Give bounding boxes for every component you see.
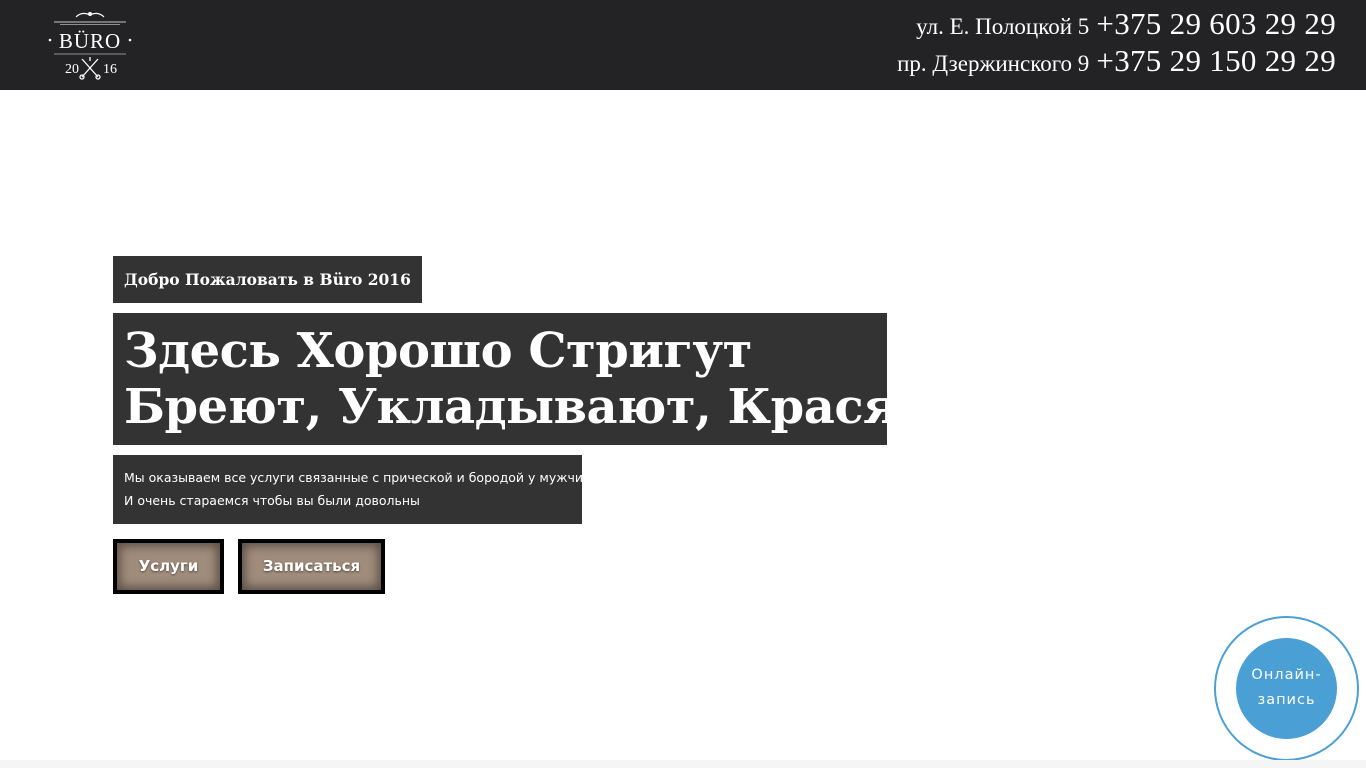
- address-dzerzhinskogo: пр. Дзержинского 9: [897, 51, 1090, 76]
- book-button[interactable]: Записаться: [238, 539, 385, 594]
- welcome-label: Добро Пожаловать в Büro 2016: [113, 256, 422, 303]
- page-bottom-strip: [0, 760, 1366, 768]
- site-header: BÜRO 20 16 ул. Е. Полоцкой 5 +375 29 603…: [0, 0, 1366, 90]
- hero-headline: Здесь Хорошо Стригут Бреют, Укладывают, …: [113, 313, 887, 445]
- description-line-2: И очень стараемся чтобы вы были довольны: [124, 493, 420, 508]
- contacts-block: ул. Е. Полоцкой 5 +375 29 603 29 29 пр. …: [897, 5, 1336, 79]
- headline-line-1: Здесь Хорошо Стригут: [124, 323, 752, 379]
- phone-link-2[interactable]: +375 29 150 29 29: [1096, 43, 1336, 78]
- buro-logo[interactable]: BÜRO 20 16: [46, 9, 134, 81]
- logo-year-left: 20: [65, 62, 79, 77]
- logo-year-right: 16: [103, 62, 117, 77]
- logo-name: BÜRO: [59, 29, 121, 53]
- headline-line-2: Бреют, Укладывают, Красят: [124, 379, 887, 435]
- contact-line-1: ул. Е. Полоцкой 5 +375 29 603 29 29: [897, 5, 1336, 42]
- hero-description: Мы оказываем все услуги связанные с прич…: [113, 455, 596, 524]
- online-booking-line-1: Онлайн-: [1251, 667, 1322, 683]
- address-polotskoy: ул. Е. Полоцкой 5: [916, 14, 1090, 39]
- hero-section: Добро Пожаловать в Büro 2016 Здесь Хорош…: [113, 256, 887, 594]
- logo-graphic: BÜRO 20 16: [48, 12, 132, 80]
- phone-link-1[interactable]: +375 29 603 29 29: [1096, 6, 1336, 41]
- description-line-1: Мы оказываем все услуги связанные с прич…: [124, 470, 596, 485]
- online-booking-button[interactable]: Онлайн- запись: [1236, 638, 1337, 739]
- crossed-scissors-icon: [79, 57, 101, 80]
- online-booking-line-2: запись: [1257, 692, 1316, 708]
- contact-line-2: пр. Дзержинского 9 +375 29 150 29 29: [897, 42, 1336, 79]
- services-button[interactable]: Услуги: [113, 539, 224, 594]
